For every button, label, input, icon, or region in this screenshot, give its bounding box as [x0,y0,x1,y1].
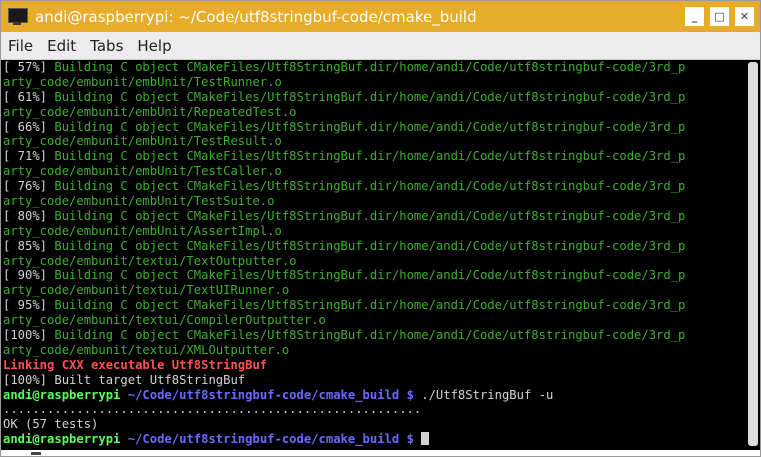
build-line-cont: arty_code/embunit/embUnit/TestRunner.o [3,74,282,89]
vertical-scrollbar[interactable] [746,60,760,450]
prompt-user: andi@raspberrypi [3,432,121,447]
build-line: [ 57%] Building C object CMakeFiles/Utf8… [3,60,686,74]
prompt-line: andi@raspberrypi ~/Code/utf8stringbuf-co… [3,432,746,447]
menu-file[interactable]: File [1,37,40,55]
menu-bar: File Edit Tabs Help [1,32,760,60]
build-line-cont: arty_code/embunit/textui/TextUIRunner.o [3,283,290,298]
menu-tabs[interactable]: Tabs [83,37,130,55]
build-line-cont: arty_code/embunit/embUnit/TestSuite.o [3,194,275,209]
title-bar[interactable]: andi@raspberrypi: ~/Code/utf8stringbuf-c… [1,1,760,32]
close-button[interactable]: ✕ [735,7,754,26]
build-line: [ 90%] Building C object CMakeFiles/Utf8… [3,268,686,283]
maximize-button[interactable]: □ [710,7,729,26]
build-line: [ 61%] Building C object CMakeFiles/Utf8… [3,89,686,104]
command-text: ./Utf8StringBuf -u [413,387,554,402]
terminal-window: andi@raspberrypi: ~/Code/utf8stringbuf-c… [0,0,761,457]
text-cursor [421,432,430,446]
build-line-cont: arty_code/embunit/textui/CompilerOutputt… [3,313,326,328]
minimize-button[interactable]: _ [685,7,704,26]
build-line-cont: arty_code/embunit/embUnit/TestCaller.o [3,164,282,179]
build-line: [ 76%] Building C object CMakeFiles/Utf8… [3,179,686,194]
build-line: [ 85%] Building C object CMakeFiles/Utf8… [3,238,686,253]
built-target-line: [100%] Built target Utf8StringBuf [3,372,246,387]
menu-edit[interactable]: Edit [40,37,83,55]
build-line: [ 66%] Building C object CMakeFiles/Utf8… [3,119,686,134]
terminal-output[interactable]: [ 57%] Building C object CMakeFiles/Utf8… [1,60,746,450]
menu-help[interactable]: Help [130,37,178,55]
test-progress-dots: ........................................… [3,402,422,417]
tab-strip [1,450,760,456]
scrollbar-thumb[interactable] [748,62,758,446]
build-line: [ 95%] Building C object CMakeFiles/Utf8… [3,298,686,313]
prompt-path: ~/Code/utf8stringbuf-code/cmake_build $ [120,432,414,447]
prompt-path: ~/Code/utf8stringbuf-code/cmake_build $ [120,387,414,402]
window-title: andi@raspberrypi: ~/Code/utf8stringbuf-c… [35,7,477,26]
prompt-line: andi@raspberrypi ~/Code/utf8stringbuf-co… [3,388,746,403]
build-line: [ 71%] Building C object CMakeFiles/Utf8… [3,149,686,164]
build-line-cont: arty_code/embunit/textui/TextOutputter.o [3,253,297,268]
tab-indicator [31,452,41,455]
build-line-cont: arty_code/embunit/embUnit/TestResult.o [3,134,282,149]
build-line-cont: arty_code/embunit/embUnit/AssertImpl.o [3,223,282,238]
build-line: [ 80%] Building C object CMakeFiles/Utf8… [3,208,686,223]
build-line-cont: arty_code/embunit/embUnit/RepeatedTest.o [3,104,297,119]
linking-line: Linking CXX executable Utf8StringBuf [3,357,268,372]
build-line: [100%] Building C object CMakeFiles/Utf8… [3,328,686,343]
prompt-user: andi@raspberrypi [3,387,121,402]
build-line-cont: arty_code/embunit/textui/XMLOutputter.o [3,342,290,357]
test-result-line: OK (57 tests) [3,417,99,432]
terminal-app-icon [7,7,29,27]
